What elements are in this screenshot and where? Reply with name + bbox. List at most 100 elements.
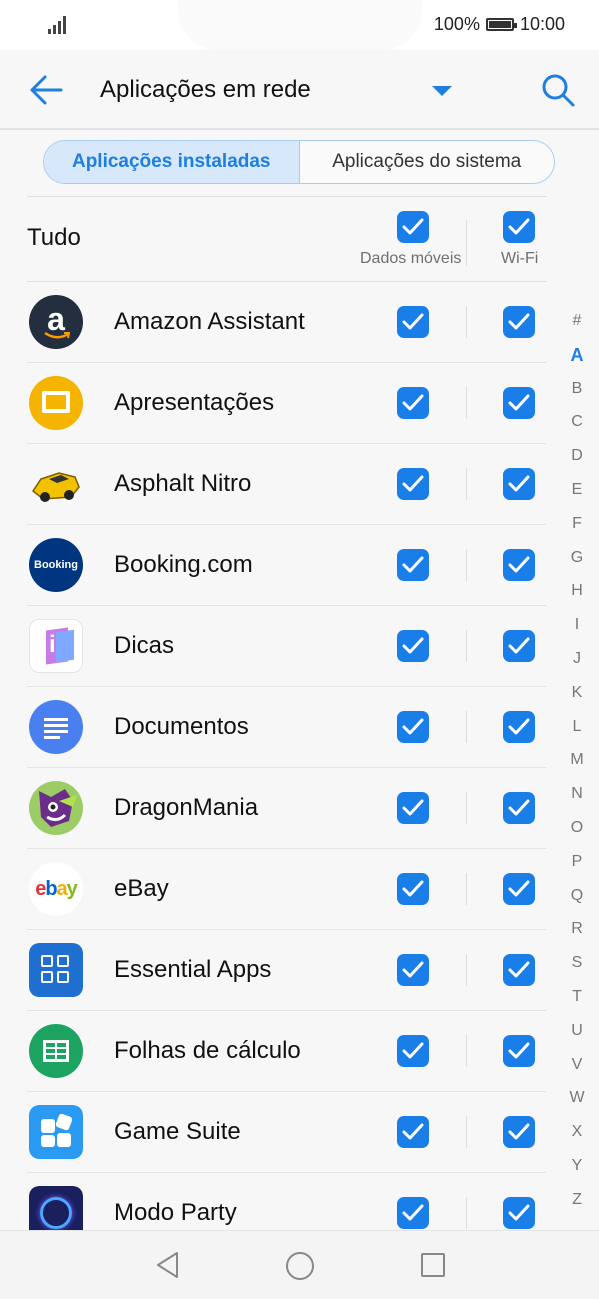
app-name: Apresentações <box>114 389 275 416</box>
mobile-data-checkbox[interactable] <box>397 549 429 581</box>
alphabet-letter[interactable]: A <box>566 344 588 378</box>
mobile-data-checkbox[interactable] <box>397 792 429 824</box>
app-row[interactable]: Game Suite <box>0 1092 599 1173</box>
wifi-checkbox[interactable] <box>503 792 535 824</box>
column-separator <box>466 306 467 338</box>
back-arrow-icon[interactable] <box>28 74 64 106</box>
app-name: Dicas <box>114 632 175 659</box>
nav-home-icon[interactable] <box>286 1252 314 1280</box>
wifi-checkbox[interactable] <box>503 1035 535 1067</box>
alphabet-letter[interactable]: T <box>566 986 588 1020</box>
alphabet-letter[interactable]: V <box>566 1054 588 1088</box>
mobile-data-checkbox[interactable] <box>397 1035 429 1067</box>
tab-system-apps[interactable]: Aplicações do sistema <box>300 141 555 183</box>
all-mobile-data-checkbox[interactable] <box>397 211 429 243</box>
mobile-data-checkbox[interactable] <box>397 954 429 986</box>
mobile-data-checkbox[interactable] <box>397 1197 429 1229</box>
all-label: Tudo <box>27 224 81 251</box>
signal-icon <box>48 16 70 34</box>
mobile-data-checkbox[interactable] <box>397 468 429 500</box>
alphabet-letter[interactable]: O <box>566 817 588 851</box>
app-name: Asphalt Nitro <box>114 470 252 497</box>
column-separator <box>466 630 467 662</box>
wifi-checkbox[interactable] <box>503 306 535 338</box>
alphabet-letter[interactable]: C <box>566 411 588 445</box>
navigation-bar <box>0 1230 599 1299</box>
tips-icon: i <box>29 619 83 673</box>
wifi-checkbox[interactable] <box>503 468 535 500</box>
mobile-data-checkbox[interactable] <box>397 387 429 419</box>
app-row[interactable]: Documentos <box>0 687 599 768</box>
mobile-data-checkbox[interactable] <box>397 306 429 338</box>
alphabet-letter[interactable]: Q <box>566 885 588 919</box>
nav-recents-icon[interactable] <box>421 1253 445 1277</box>
column-separator <box>466 711 467 743</box>
alphabet-letter[interactable]: D <box>566 445 588 479</box>
wifi-checkbox[interactable] <box>503 954 535 986</box>
alphabet-letter[interactable]: J <box>566 648 588 682</box>
app-name: Essential Apps <box>114 956 272 983</box>
alphabet-letter[interactable]: S <box>566 952 588 986</box>
app-row[interactable]: Apresentações <box>0 363 599 444</box>
alphabet-letter[interactable]: H <box>566 580 588 614</box>
search-icon[interactable] <box>540 72 576 108</box>
chevron-down-icon[interactable] <box>432 86 452 96</box>
app-name: Amazon Assistant <box>114 308 305 335</box>
docs-icon <box>29 700 83 754</box>
alphabet-letter[interactable]: B <box>566 378 588 412</box>
wifi-checkbox[interactable] <box>503 1116 535 1148</box>
app-row[interactable]: Asphalt Nitro <box>0 444 599 525</box>
app-row[interactable]: Booking Booking.com <box>0 525 599 606</box>
alphabet-letter[interactable]: G <box>566 547 588 581</box>
alphabet-letter[interactable]: K <box>566 682 588 716</box>
alphabet-letter[interactable]: Z <box>566 1189 588 1223</box>
app-row[interactable]: e b a y eBay <box>0 849 599 930</box>
booking-text: Booking <box>34 559 78 571</box>
app-row[interactable]: DragonMania <box>0 768 599 849</box>
alphabet-letter[interactable]: W <box>566 1087 588 1121</box>
column-separator <box>466 954 467 986</box>
alphabet-letter[interactable]: F <box>566 513 588 547</box>
wifi-checkbox[interactable] <box>503 630 535 662</box>
alphabet-index[interactable]: # A B C D E F G H I J K L M N O P Q R S T U V W X Y Z <box>566 310 588 1223</box>
alphabet-letter[interactable]: # <box>566 310 588 344</box>
page-title: Aplicações em rede <box>100 76 311 103</box>
wifi-checkbox[interactable] <box>503 873 535 905</box>
alphabet-letter[interactable]: M <box>566 749 588 783</box>
app-name: Documentos <box>114 713 249 740</box>
alphabet-letter[interactable]: Y <box>566 1155 588 1189</box>
app-row[interactable]: a Amazon Assistant <box>0 282 599 363</box>
sheets-icon <box>29 1024 83 1078</box>
alphabet-letter[interactable]: E <box>566 479 588 513</box>
app-row[interactable]: Folhas de cálculo <box>0 1011 599 1092</box>
app-row[interactable]: Modo Party <box>0 1173 599 1230</box>
ebay-icon: ebay <box>29 862 83 916</box>
mobile-data-checkbox[interactable] <box>397 1116 429 1148</box>
alphabet-letter[interactable]: L <box>566 716 588 750</box>
alphabet-letter[interactable]: X <box>566 1121 588 1155</box>
alphabet-letter[interactable]: N <box>566 783 588 817</box>
tab-selector: Aplicações instaladas Aplicações do sist… <box>43 140 555 184</box>
alphabet-letter[interactable]: R <box>566 918 588 952</box>
column-separator <box>466 387 467 419</box>
all-wifi-checkbox[interactable] <box>503 211 535 243</box>
wifi-checkbox[interactable] <box>503 387 535 419</box>
nav-back-icon[interactable] <box>155 1251 181 1279</box>
mobile-data-checkbox[interactable] <box>397 630 429 662</box>
app-row[interactable]: Essential Apps <box>0 930 599 1011</box>
column-separator <box>466 1197 467 1229</box>
wifi-checkbox[interactable] <box>503 711 535 743</box>
battery-percent: 100% <box>433 14 480 34</box>
alphabet-letter[interactable]: I <box>566 614 588 648</box>
mobile-data-checkbox[interactable] <box>397 711 429 743</box>
alphabet-letter[interactable]: U <box>566 1020 588 1054</box>
wifi-checkbox[interactable] <box>503 1197 535 1229</box>
alphabet-letter[interactable]: P <box>566 851 588 885</box>
tab-installed-apps[interactable]: Aplicações instaladas <box>44 141 300 183</box>
mobile-data-checkbox[interactable] <box>397 873 429 905</box>
wifi-checkbox[interactable] <box>503 549 535 581</box>
app-row[interactable]: i Dicas <box>0 606 599 687</box>
column-separator <box>466 873 467 905</box>
app-bar: Aplicações em rede <box>0 50 599 130</box>
column-separator <box>466 1116 467 1148</box>
